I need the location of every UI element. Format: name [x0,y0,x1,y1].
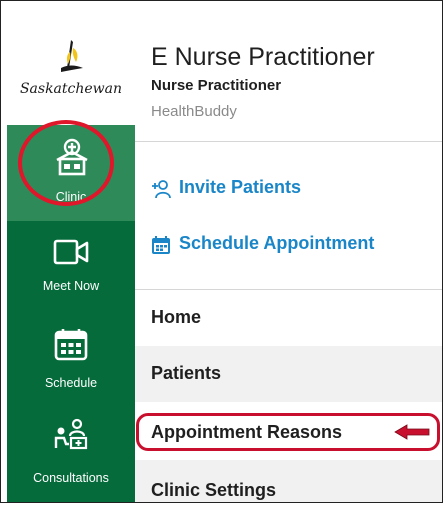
menu-item-clinic-settings[interactable]: Clinic Settings [135,460,442,502]
logo-text: Saskatchewan [19,81,123,97]
add-person-icon [152,180,171,199]
calendar-icon [152,236,170,254]
arrow-left-icon [394,424,430,440]
sidebar: Saskatchewan Clinic Meet Now Schedule Co… [7,9,135,502]
invite-patients-button[interactable]: Invite Patients [151,177,351,201]
user-role: Nurse Practitioner [151,77,282,94]
page-title: E Nurse Practitioner [151,43,375,71]
logo[interactable]: Saskatchewan [7,9,135,125]
sidebar-item-label: Consultations [33,471,109,485]
highlight-circle [18,120,114,206]
sidebar-item-meet-now[interactable]: Meet Now [7,221,135,313]
menu-item-patients[interactable]: Patients [135,346,442,402]
menu-item-label: Clinic Settings [151,480,277,500]
invite-patients-label: Invite Patients [179,177,302,197]
sidebar-item-label: Schedule [44,376,98,390]
menu-item-label: Home [151,307,202,327]
sidebar-item-label: Meet Now [42,279,100,293]
video-camera-icon [53,239,89,265]
app-window: Saskatchewan Clinic Meet Now Schedule Co… [0,0,443,503]
sidebar-item-schedule[interactable]: Schedule [7,313,135,401]
sidebar-item-consultations[interactable]: Consultations [7,401,135,501]
menu-item-home[interactable]: Home [135,290,442,346]
wheat-logo-icon [61,40,83,72]
organization-name: HealthBuddy [151,103,237,120]
calendar-icon [54,329,88,361]
schedule-appointment-label: Schedule Appointment [179,233,375,253]
menu-item-label: Patients [151,363,222,383]
consultation-icon [54,418,88,450]
divider [135,141,442,142]
schedule-appointment-button[interactable]: Schedule Appointment [151,233,411,257]
